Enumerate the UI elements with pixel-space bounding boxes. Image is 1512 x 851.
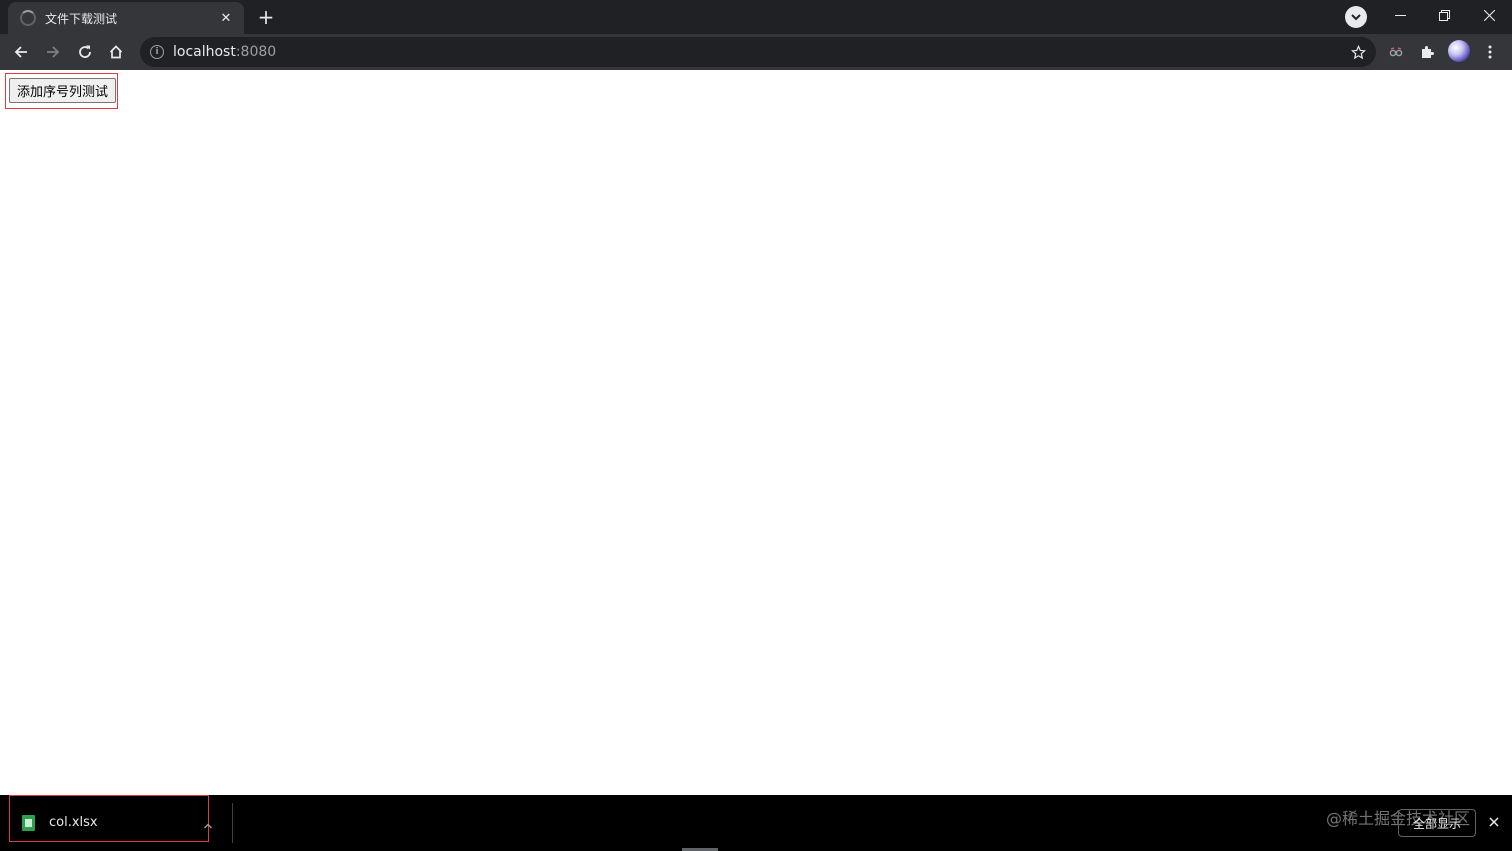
tab-title: 文件下载测试: [45, 11, 118, 26]
extensions-menu-button[interactable]: [1413, 38, 1441, 66]
close-icon: [1484, 9, 1495, 21]
browser-menu-button[interactable]: [1476, 38, 1504, 66]
url-host: localhost: [173, 44, 236, 60]
close-icon: [1489, 817, 1499, 827]
bookmark-star-button[interactable]: [1348, 42, 1368, 62]
extension-glasses-icon: [1389, 47, 1403, 57]
puzzle-icon: [1422, 46, 1434, 58]
restore-icon: [1439, 9, 1450, 21]
url-port: :8080: [235, 44, 277, 60]
spreadsheet-file-icon: [22, 815, 35, 831]
add-serial-column-test-button[interactable]: 添加序号列测试: [9, 78, 117, 103]
address-bar[interactable]: i localhost:8080: [140, 37, 1376, 67]
home-button[interactable]: [102, 38, 130, 66]
tab-close-icon[interactable]: ✕: [218, 10, 234, 26]
tab-search-button[interactable]: [1345, 6, 1367, 28]
profile-avatar[interactable]: [1448, 40, 1470, 62]
download-shelf: col.xlsx @稀土掘金技术社区 全部显示: [0, 795, 1512, 851]
arrow-right-icon: [47, 46, 60, 58]
page-content: 添加序号列测试: [0, 70, 1512, 795]
window-restore-button[interactable]: [1422, 0, 1467, 30]
browser-tab-active[interactable]: 文件下载测试 ✕: [8, 2, 244, 34]
extension-button[interactable]: [1382, 38, 1410, 66]
more-vertical-icon: [1488, 45, 1492, 59]
show-all-downloads-button[interactable]: 全部显示: [1398, 809, 1476, 837]
close-shelf-button[interactable]: [1486, 814, 1502, 830]
back-button[interactable]: [7, 38, 35, 66]
reload-icon: [79, 45, 91, 58]
browser-tab-strip: 文件下载测试 ✕ +: [0, 0, 1512, 34]
home-icon: [109, 45, 123, 59]
loading-spinner-icon: [20, 10, 36, 26]
download-filename: col.xlsx: [49, 815, 98, 830]
download-item[interactable]: col.xlsx: [9, 795, 212, 842]
chevron-up-icon: [204, 823, 212, 829]
shelf-divider: [232, 803, 233, 843]
reload-button[interactable]: [71, 38, 99, 66]
chevron-down-icon: [1351, 14, 1361, 21]
arrow-left-icon: [14, 46, 27, 58]
site-info-icon[interactable]: i: [150, 45, 164, 59]
forward-button[interactable]: [39, 38, 67, 66]
browser-toolbar: i localhost:8080: [0, 34, 1512, 70]
minimize-icon: [1395, 14, 1406, 16]
star-icon: [1350, 44, 1366, 59]
window-minimize-button[interactable]: [1378, 0, 1423, 30]
new-tab-button[interactable]: +: [254, 6, 278, 30]
download-options-button[interactable]: [203, 816, 217, 830]
window-close-button[interactable]: [1467, 0, 1512, 30]
